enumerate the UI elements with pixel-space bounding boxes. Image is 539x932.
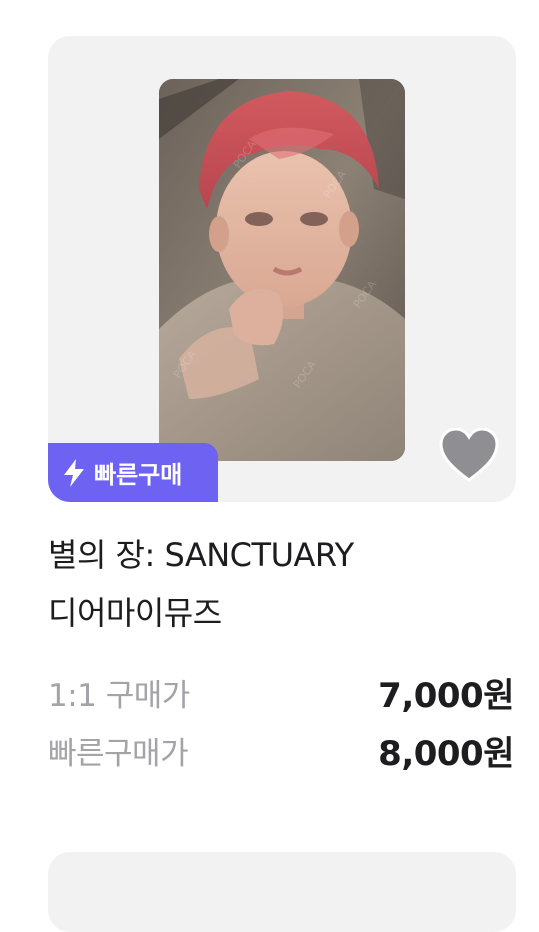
quick-buy-badge: 빠른구매	[48, 443, 218, 502]
price-row-direct: 1:1 구매가 7,000원	[48, 668, 514, 717]
favorite-button[interactable]	[437, 425, 501, 485]
heart-icon	[439, 428, 499, 482]
next-product-card[interactable]	[48, 852, 516, 932]
quick-buy-badge-label: 빠른구매	[94, 461, 183, 489]
price-value: 7,000원	[378, 676, 514, 716]
price-label: 빠른구매가	[48, 736, 189, 772]
product-artist: 디어마이뮤즈	[48, 594, 222, 632]
price-label: 1:1 구매가	[48, 678, 190, 714]
price-row-quick: 빠른구매가 8,000원	[48, 726, 514, 775]
price-value: 8,000원	[378, 734, 514, 774]
product-title[interactable]: 별의 장: SANCTUARY	[48, 530, 354, 576]
photocard-image[interactable]: POCA POCA POCA POCA POCA	[159, 79, 405, 461]
lightning-icon	[64, 458, 84, 487]
